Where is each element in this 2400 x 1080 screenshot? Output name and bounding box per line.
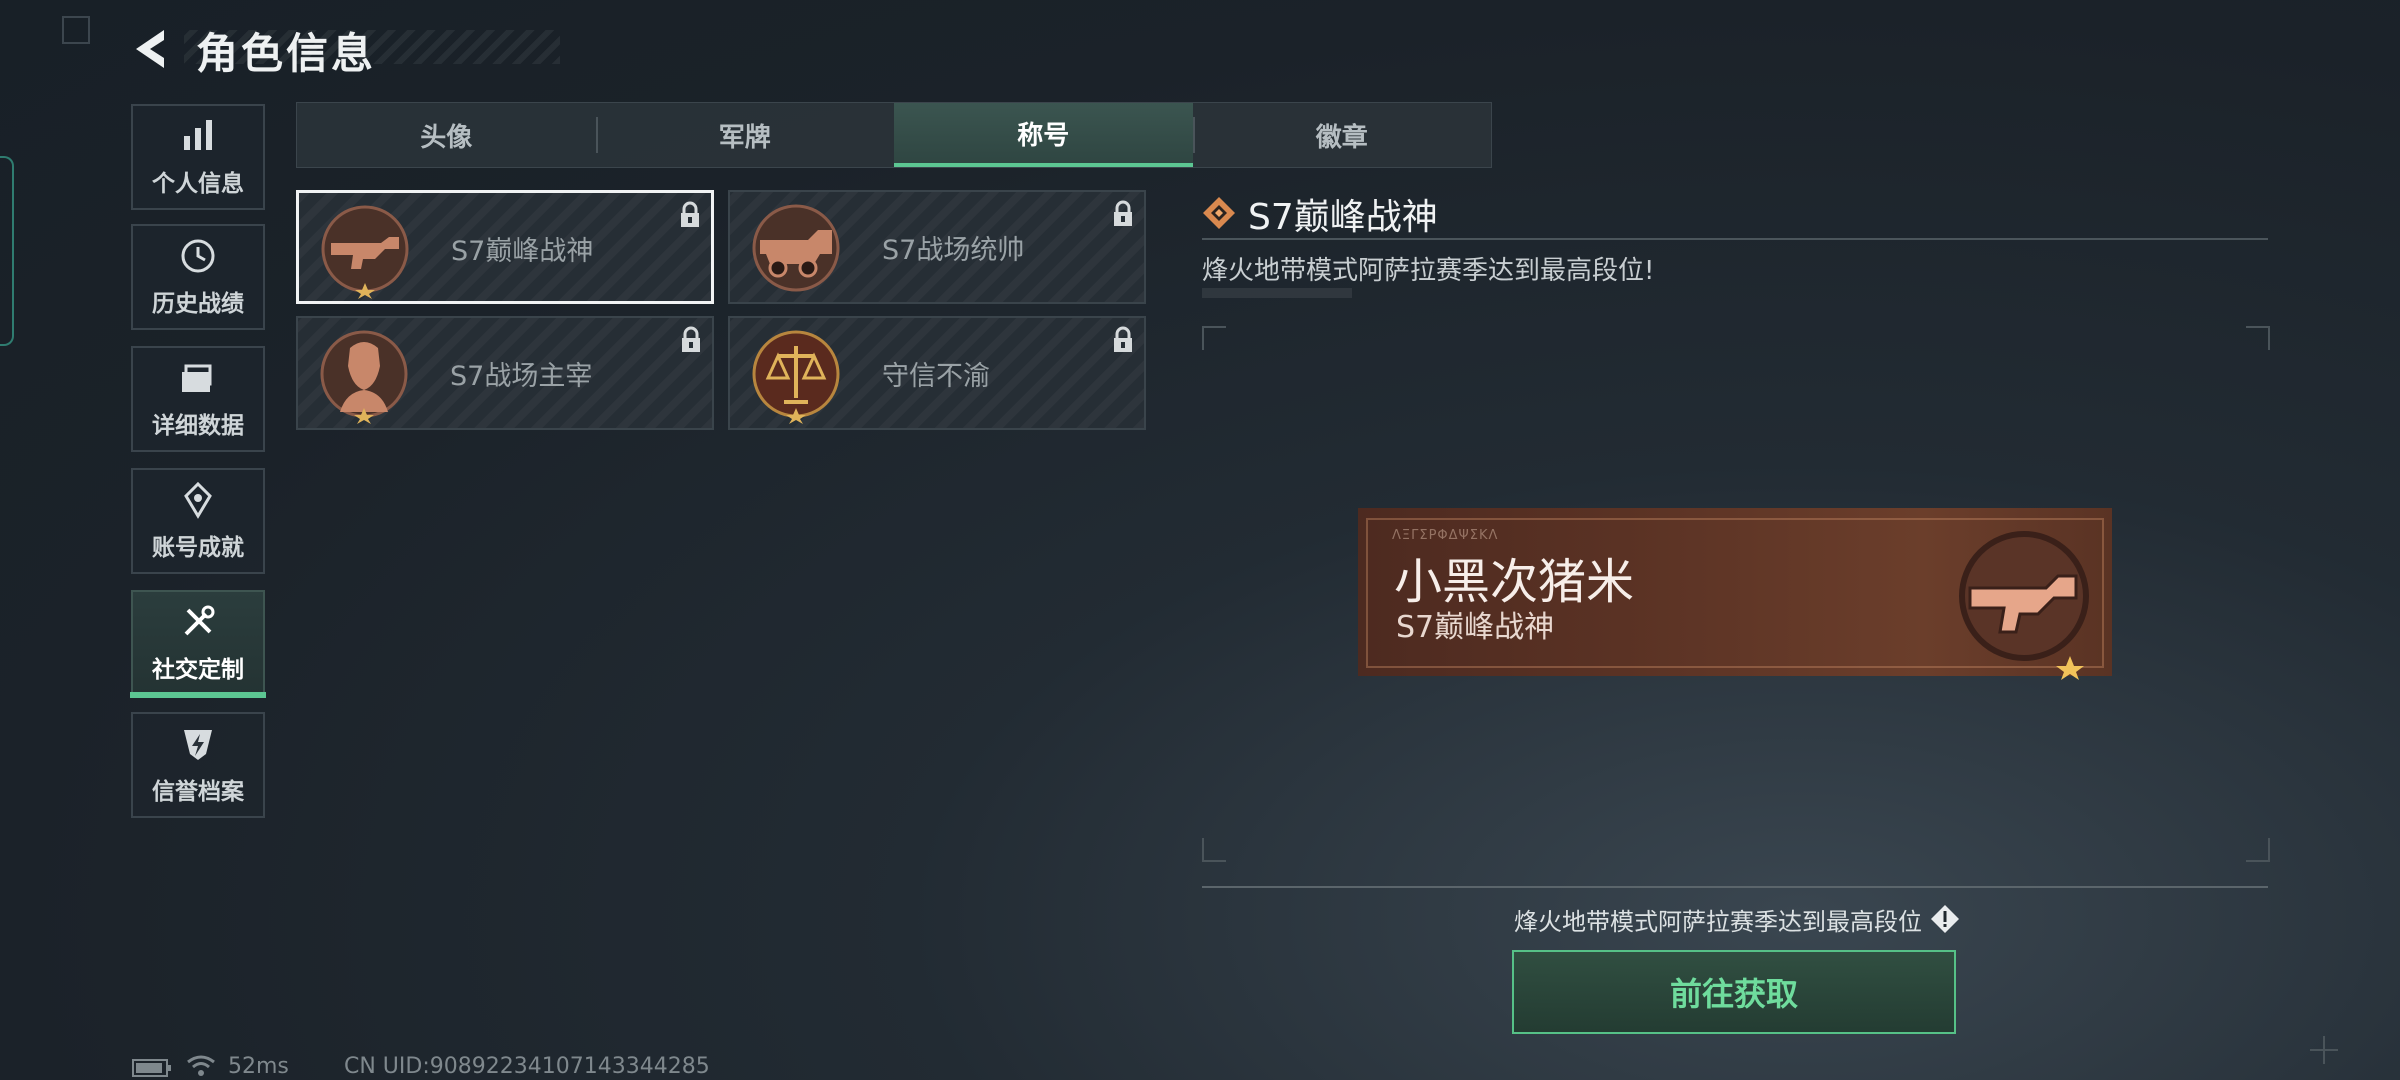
battery-icon: [132, 1059, 171, 1077]
sidebar-item-label: 信誉档案: [152, 779, 244, 805]
lock-icon: [681, 201, 699, 227]
sidebar-item-profile[interactable]: 个人信息: [131, 104, 265, 210]
corner-square: [62, 16, 90, 44]
detail-title: S7巅峰战神: [1248, 197, 1438, 238]
clock-history-icon: [181, 239, 215, 273]
scales-emblem-icon: [752, 330, 840, 424]
soldier-emblem-icon: [320, 330, 408, 424]
nameplate-deco-text: ΛΞΓΣΡΦΔΨΣΚΛ: [1392, 528, 1499, 543]
back-arrow-icon[interactable]: [130, 26, 174, 72]
info-warning-icon[interactable]: [1930, 904, 1960, 934]
go-obtain-button[interactable]: 前往获取: [1512, 950, 1956, 1034]
frame-corner: [1202, 838, 1226, 862]
title-card[interactable]: S7巅峰战神: [296, 190, 714, 304]
rifle-emblem-icon: [321, 205, 409, 299]
tab-title[interactable]: 称号: [894, 103, 1193, 167]
tab-avatar[interactable]: 头像: [297, 103, 596, 167]
sidebar-active-indicator: [130, 692, 266, 698]
lock-icon: [682, 326, 700, 352]
tools-icon: [184, 605, 215, 636]
sidebar-item-label: 账号成就: [152, 535, 244, 561]
title-card-name: 守信不渝: [882, 361, 990, 392]
divider: [1202, 238, 2268, 240]
title-card-name: S7战场统帅: [882, 235, 1025, 266]
ping-value: 52ms: [228, 1054, 289, 1079]
requirement-text: 烽火地带模式阿萨拉赛季达到最高段位: [1514, 908, 1922, 936]
user-uid: CN UID:9089223410714334428​5: [344, 1054, 710, 1079]
lock-icon: [1114, 200, 1132, 226]
lock-icon: [1114, 326, 1132, 352]
tab-dogtag[interactable]: 军牌: [595, 103, 895, 167]
shield-bolt-icon: [184, 730, 212, 760]
frame-corner: [2246, 838, 2270, 862]
divider: [1202, 886, 2268, 888]
rifle-emblem-icon: [1959, 531, 2089, 680]
frame-corner: [2246, 326, 2270, 350]
vehicle-emblem-icon: [752, 204, 840, 292]
sidebar-item-label: 详细数据: [152, 413, 244, 439]
detail-description: 烽火地带模式阿萨拉赛季达到最高段位!: [1202, 256, 1655, 286]
sidebar-item-reputation[interactable]: 信誉档案: [131, 712, 265, 818]
tab-badge[interactable]: 徽章: [1192, 103, 1492, 167]
sidebar-item-social[interactable]: 社交定制: [131, 590, 265, 696]
title-card-name: S7战场主宰: [450, 361, 593, 392]
sidebar-item-label: 社交定制: [152, 657, 244, 683]
title-card[interactable]: S7战场统帅: [728, 190, 1146, 304]
side-drawer-handle[interactable]: [0, 156, 14, 346]
sidebar-item-details[interactable]: 详细数据: [131, 346, 265, 452]
nameplate-title: S7巅峰战神: [1396, 610, 1555, 645]
sidebar-item-achievements[interactable]: 账号成就: [131, 468, 265, 574]
bar-chart-icon: [184, 120, 212, 150]
achievement-icon: [184, 481, 212, 519]
wifi-icon: [187, 1055, 215, 1076]
sidebar-item-label: 个人信息: [152, 171, 244, 197]
page-title: 角色信息: [196, 29, 377, 78]
diamond-rank-icon: [1203, 197, 1235, 229]
desc-underline-decoration: [1202, 288, 1352, 298]
sidebar-item-history[interactable]: 历史战绩: [131, 224, 265, 330]
frame-corner: [1202, 326, 1226, 350]
sidebar-item-label: 历史战绩: [152, 291, 244, 317]
crosshair-icon: [2310, 1036, 2338, 1064]
tab-bar: 头像 军牌 称号 徽章: [296, 102, 1492, 168]
folder-icon: [182, 364, 212, 392]
title-card[interactable]: 守信不渝: [728, 316, 1146, 430]
title-card-name: S7巅峰战神: [451, 236, 594, 267]
title-card[interactable]: S7战场主宰: [296, 316, 714, 430]
